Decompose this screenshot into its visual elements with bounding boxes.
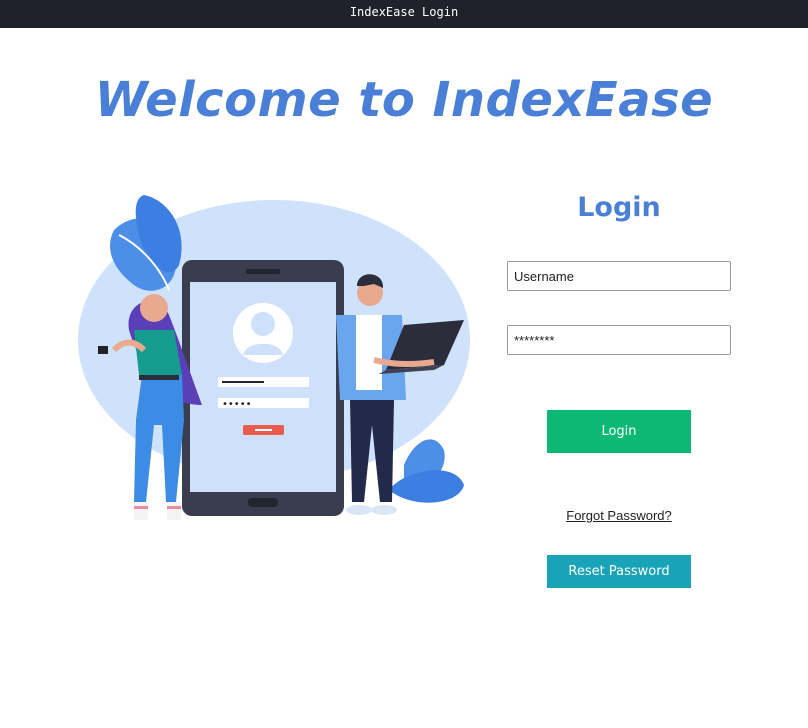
window-titlebar: IndexEase Login — [0, 0, 808, 28]
window-title: IndexEase Login — [349, 5, 459, 19]
forgot-password-link[interactable]: Forgot Password? — [507, 508, 731, 523]
password-input[interactable] — [507, 325, 731, 355]
reset-password-button[interactable]: Reset Password — [547, 555, 691, 588]
username-input[interactable] — [507, 261, 731, 291]
page-content: Welcome to IndexEase ••••• Login Usernam… — [0, 28, 808, 728]
welcome-heading: Welcome to IndexEase — [94, 72, 714, 128]
phone-password-dots: ••••• — [222, 399, 252, 410]
login-illustration: ••••• — [78, 195, 470, 520]
login-heading: Login — [577, 192, 661, 223]
login-button[interactable]: Login — [547, 410, 691, 453]
